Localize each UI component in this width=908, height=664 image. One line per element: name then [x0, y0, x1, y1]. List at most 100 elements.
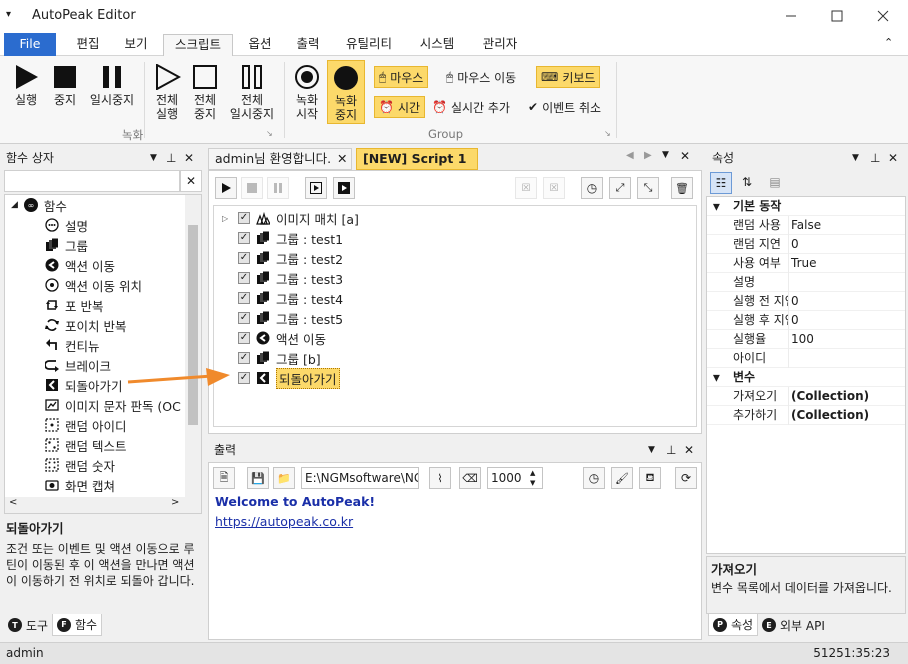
erase-button[interactable]: ⌫ — [459, 467, 481, 489]
timer-button[interactable]: ◷ — [581, 177, 603, 199]
expand-button[interactable]: ⤢ — [609, 177, 631, 199]
function-item[interactable]: 화면 캡쳐 — [45, 475, 115, 495]
property-value[interactable]: 100 — [791, 330, 814, 349]
maximize-button[interactable] — [814, 0, 860, 32]
script-node[interactable]: ✓ 액션 이동 — [222, 328, 326, 348]
collapse-icon[interactable]: ◢ — [11, 200, 18, 210]
script-node[interactable]: ▷ ✓ 이미지 매치 [a] — [222, 208, 359, 228]
tab-functions[interactable]: F 함수 — [52, 614, 103, 636]
editor-stop-button[interactable] — [241, 177, 263, 199]
disable-button[interactable]: ☒ — [515, 177, 537, 199]
step-run-button[interactable] — [305, 177, 327, 199]
function-item[interactable]: 액션 이동 — [45, 255, 115, 275]
clean-button[interactable]: ⌇ — [429, 467, 451, 489]
tab-scroll-right-icon[interactable]: ▶ — [644, 150, 652, 161]
save-log-button[interactable]: 💾 — [247, 467, 269, 489]
stop-all-button[interactable]: 전체 중지 — [186, 64, 224, 121]
function-item[interactable]: 액션 이동 위치 — [45, 275, 142, 295]
collapse-ribbon-icon[interactable]: ⌃ — [884, 36, 893, 49]
tree-root[interactable]: ◢ ∞ 함수 — [11, 195, 67, 215]
script-node[interactable]: ✓ 그룹 : test5 — [222, 308, 343, 328]
pin-icon[interactable]: ⊥ — [666, 440, 676, 460]
close-window-button[interactable] — [860, 0, 906, 32]
editor-run-button[interactable] — [215, 177, 237, 199]
script-node[interactable]: ✓ 그룹 : test4 — [222, 288, 343, 308]
tab-script[interactable]: 스크립트 — [163, 34, 233, 56]
function-item[interactable]: 랜덤 아이디 — [45, 415, 126, 435]
tab-tools[interactable]: T 도구 — [4, 614, 52, 636]
node-checkbox[interactable]: ✓ — [238, 212, 250, 224]
pin-icon[interactable]: ⊥ — [870, 148, 880, 168]
function-item[interactable]: 랜덤 텍스트 — [45, 435, 126, 455]
tab-admin[interactable]: 관리자 — [472, 34, 528, 56]
function-item[interactable]: 그룹 — [45, 235, 88, 255]
clear-search-button[interactable]: ✕ — [180, 170, 202, 192]
expand-icon[interactable]: ▷ — [222, 214, 232, 223]
dialog-launcher-icon[interactable]: ↘ — [604, 129, 611, 138]
function-item[interactable]: 포 반복 — [45, 295, 103, 315]
tab-list-icon[interactable]: ▼ — [662, 150, 669, 160]
node-checkbox[interactable]: ✓ — [238, 312, 250, 324]
record-stop-button[interactable]: 녹화 중지 — [327, 60, 365, 124]
property-value[interactable]: 0 — [791, 292, 799, 311]
property-value[interactable]: 0 — [791, 235, 799, 254]
record-start-button[interactable]: 녹화 시작 — [288, 64, 326, 121]
delete-button[interactable]: 🗑 — [671, 177, 693, 199]
log-path-input[interactable]: E:\NGMsoftware\NG — [301, 467, 419, 489]
function-item[interactable]: 랜덤 숫자 — [45, 455, 115, 475]
property-row[interactable]: 실행 전 지연0 — [707, 292, 905, 311]
pause-button[interactable]: 일시중지 — [84, 64, 140, 107]
script-node[interactable]: ✓ 그룹 : test2 — [222, 248, 343, 268]
close-editor-icon[interactable]: ✕ — [680, 149, 690, 163]
close-icon[interactable]: ✕ — [184, 148, 194, 168]
log-count-stepper[interactable]: 1000 ▲ ▼ — [487, 467, 543, 489]
script-node[interactable]: ✓ 되돌아가기 — [222, 367, 340, 389]
mouse-button[interactable]: 🖱 마우스 — [374, 66, 429, 88]
horizontal-scrollbar[interactable]: < > — [5, 497, 201, 513]
property-value[interactable]: False — [791, 216, 821, 235]
tab-edit[interactable]: 편집 — [68, 34, 108, 56]
property-row[interactable]: 아이디 — [707, 349, 905, 368]
editor-pause-button[interactable] — [267, 177, 289, 199]
tab-output[interactable]: 출력 — [288, 34, 328, 56]
tab-options[interactable]: 옵션 — [240, 34, 280, 56]
property-row[interactable]: 설명 — [707, 273, 905, 292]
property-row[interactable]: 랜덤 사용 False — [707, 216, 905, 235]
new-log-button[interactable]: 🗎 — [213, 467, 235, 489]
sort-alpha-icon[interactable]: ⇅ — [736, 172, 758, 194]
close-icon[interactable]: ✕ — [684, 440, 694, 460]
node-checkbox[interactable]: ✓ — [238, 232, 250, 244]
node-checkbox[interactable]: ✓ — [238, 332, 250, 344]
disable-all-button[interactable]: ☒ — [543, 177, 565, 199]
realtime-add-button[interactable]: ⏰ 실시간 추가 — [428, 96, 514, 118]
dialog-launcher-icon[interactable]: ↘ — [266, 129, 273, 138]
property-row[interactable]: 실행 후 지연0 — [707, 311, 905, 330]
brush-button[interactable]: 🖌 — [611, 467, 633, 489]
open-folder-button[interactable]: 📁 — [273, 467, 295, 489]
property-row[interactable]: 추가하기 (Collection) — [707, 406, 905, 425]
close-icon[interactable]: ✕ — [888, 148, 898, 168]
dropdown-icon[interactable]: ▼ — [150, 148, 157, 168]
output-link[interactable]: https://autopeak.co.kr — [215, 514, 353, 529]
function-item[interactable]: 브레이크 — [45, 355, 111, 375]
script-node[interactable]: ✓ 그룹 : test3 — [222, 268, 343, 288]
run-from-here-button[interactable] — [333, 177, 355, 199]
property-category[interactable]: ▲ 기본 동작 — [707, 197, 905, 216]
tab-system[interactable]: 시스템 — [410, 34, 464, 56]
tab-file[interactable]: File — [4, 33, 56, 56]
script-node[interactable]: ✓ 그룹 : test1 — [222, 228, 343, 248]
property-value[interactable]: 0 — [791, 311, 799, 330]
tab-view[interactable]: 보기 — [116, 34, 156, 56]
node-checkbox[interactable]: ✓ — [238, 292, 250, 304]
stop-button[interactable]: 중지 — [46, 64, 84, 107]
run-button[interactable]: 실행 — [6, 64, 46, 107]
close-tab-icon[interactable]: ✕ — [337, 149, 347, 169]
function-item[interactable]: 포이치 반복 — [45, 315, 126, 335]
pin-icon[interactable]: ⊥ — [166, 148, 176, 168]
keyboard-button[interactable]: ⌨ 키보드 — [536, 66, 601, 88]
mouse-move-button[interactable]: 🖱 마우스 이동 — [442, 66, 520, 88]
property-row[interactable]: 랜덤 지연 0 — [707, 235, 905, 254]
spin-icon[interactable]: ▲ ▼ — [530, 468, 535, 488]
pause-all-button[interactable]: 전체 일시중지 — [224, 64, 280, 121]
tab-utility[interactable]: 유틸리티 — [336, 34, 402, 56]
